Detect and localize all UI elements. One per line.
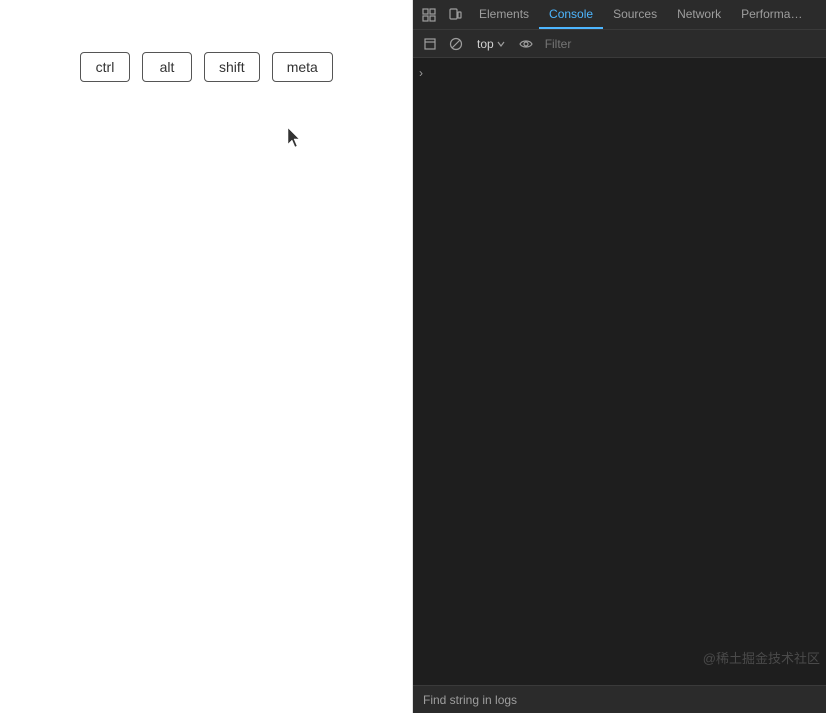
- tab-performance[interactable]: Performa…: [731, 0, 812, 29]
- clear-console-icon[interactable]: [445, 33, 467, 55]
- meta-button[interactable]: meta: [272, 52, 333, 82]
- device-toolbar-icon[interactable]: [443, 3, 467, 27]
- console-content: › @稀土掘金技术社区: [413, 58, 826, 685]
- find-bar-label[interactable]: Find string in logs: [423, 693, 517, 707]
- key-buttons-area: ctrl alt shift meta: [0, 0, 412, 82]
- tab-console[interactable]: Console: [539, 0, 603, 29]
- mouse-cursor-icon: [288, 128, 302, 148]
- context-selector[interactable]: top: [471, 35, 511, 53]
- main-page: ctrl alt shift meta: [0, 0, 413, 713]
- devtools-panel: Elements Console Sources Network Perform…: [413, 0, 826, 713]
- ctrl-button[interactable]: ctrl: [80, 52, 130, 82]
- shift-button[interactable]: shift: [204, 52, 260, 82]
- alt-button[interactable]: alt: [142, 52, 192, 82]
- devtools-tabs: Elements Console Sources Network Perform…: [413, 0, 826, 30]
- eye-icon[interactable]: [515, 33, 537, 55]
- tab-elements[interactable]: Elements: [469, 0, 539, 29]
- tab-network[interactable]: Network: [667, 0, 731, 29]
- context-label: top: [477, 37, 494, 51]
- find-bar: Find string in logs: [413, 685, 826, 713]
- devtools-toolbar: top: [413, 30, 826, 58]
- expand-console-icon[interactable]: [419, 33, 441, 55]
- expand-arrow[interactable]: ›: [419, 66, 423, 80]
- tab-sources[interactable]: Sources: [603, 0, 667, 29]
- inspect-element-icon[interactable]: [417, 3, 441, 27]
- watermark-text: @稀土掘金技术社区: [703, 648, 820, 667]
- filter-input[interactable]: [545, 37, 820, 51]
